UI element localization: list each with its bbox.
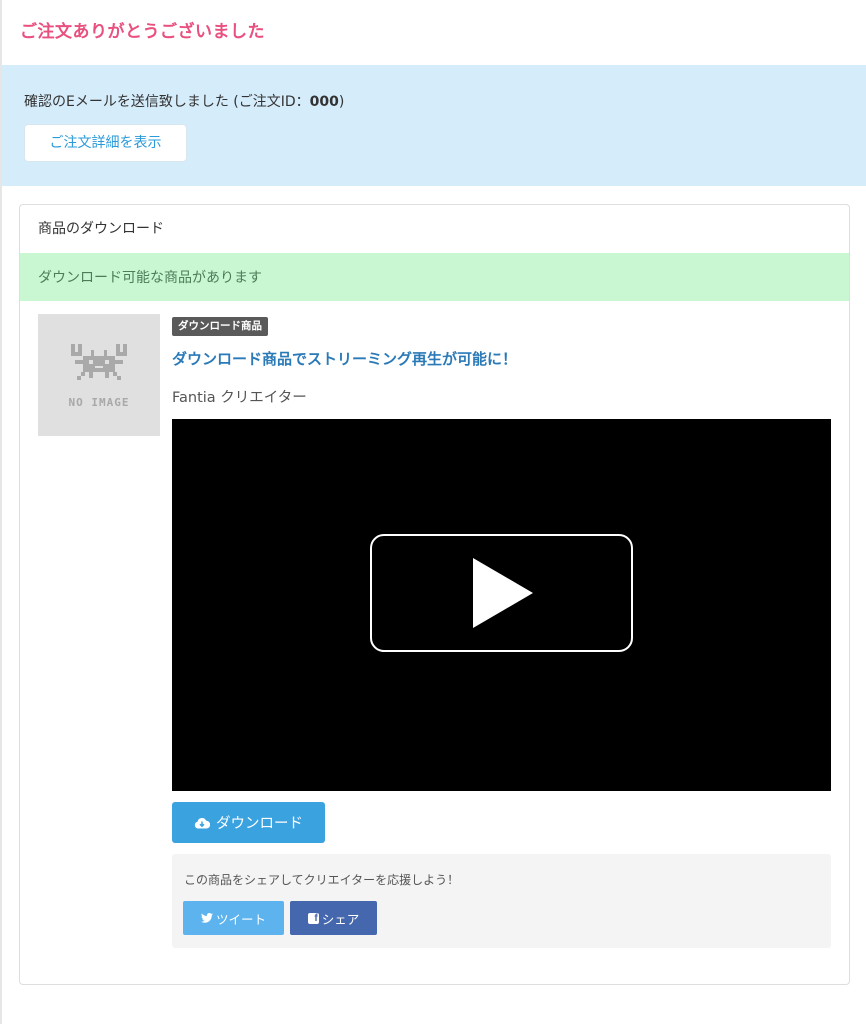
confirmation-text-suffix: ) xyxy=(338,94,345,110)
download-button-label: ダウンロード xyxy=(216,816,303,832)
confirmation-message: 確認のEメールを送信致しました (ご注文ID：000) xyxy=(24,91,344,111)
card-header: 商品のダウンロード xyxy=(38,221,164,237)
tweet-button[interactable]: ツイート xyxy=(183,901,284,935)
product-download-card: 商品のダウンロード ダウンロード可能な商品があります NO IMAGE ダウンロ… xyxy=(19,204,850,985)
tweet-button-label: ツイート xyxy=(215,911,266,927)
download-available-alert: ダウンロード可能な商品があります xyxy=(20,253,849,301)
no-image-label: NO IMAGE xyxy=(68,395,130,409)
video-player[interactable] xyxy=(172,419,831,791)
show-order-details-button[interactable]: ご注文詳細を表示 xyxy=(24,124,187,162)
share-box: この商品をシェアしてクリエイターを応援しよう！ ツイート f シェア xyxy=(172,854,831,948)
facebook-share-label: シェア xyxy=(321,911,360,927)
play-icon xyxy=(473,558,533,628)
crab-mascot-icon xyxy=(71,343,127,380)
facebook-share-button[interactable]: f シェア xyxy=(290,901,377,935)
download-product-badge: ダウンロード商品 xyxy=(172,317,268,336)
page-title: ご注文ありがとうございました xyxy=(20,22,265,42)
cloud-download-icon xyxy=(194,817,210,828)
play-button[interactable] xyxy=(370,534,633,652)
product-title-link[interactable]: ダウンロード商品でストリーミング再生が可能に！ xyxy=(172,348,517,369)
facebook-icon: f xyxy=(307,912,319,924)
download-button[interactable]: ダウンロード xyxy=(172,802,325,843)
product-thumbnail: NO IMAGE xyxy=(38,314,160,436)
order-confirmation-panel: 確認のEメールを送信致しました (ご注文ID：000) ご注文詳細を表示 xyxy=(2,65,866,186)
confirmation-text-prefix: 確認のEメールを送信致しました (ご注文ID： xyxy=(24,94,310,110)
twitter-bird-icon xyxy=(200,913,213,923)
share-message: この商品をシェアしてクリエイターを応援しよう！ xyxy=(184,873,460,887)
order-id: 000 xyxy=(309,94,339,110)
creator-name[interactable]: Fantia クリエイター xyxy=(172,386,307,407)
